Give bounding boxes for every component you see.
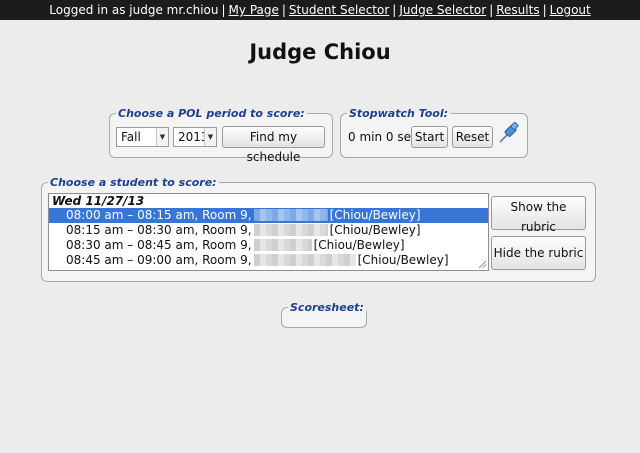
option-time: 08:00 am – 08:15 am, Room 9, [66, 208, 252, 222]
stopwatch-reset-button[interactable]: Reset [452, 126, 493, 148]
nav-separator: | [392, 3, 397, 17]
chevron-down-icon: ▼ [156, 128, 168, 146]
show-rubric-button[interactable]: Show the rubric [491, 196, 586, 234]
stopwatch-start-button[interactable]: Start [411, 126, 448, 148]
page-title: Judge Chiou [249, 40, 391, 64]
redacted-name [253, 254, 356, 266]
student-listbox[interactable]: Wed 11/27/13 08:00 am – 08:15 am, Room 9… [48, 193, 489, 271]
nav-separator: | [542, 3, 547, 17]
resize-handle-icon[interactable] [478, 260, 487, 269]
student-option[interactable]: 08:00 am – 08:15 am, Room 9, [Chiou/Bewle… [49, 208, 488, 223]
student-option[interactable]: 08:45 am – 09:00 am, Room 9, [Chiou/Bewle… [49, 253, 488, 268]
option-time: 08:15 am – 08:30 am, Room 9, [66, 223, 252, 237]
top-nav-bar: Logged in as judge mr.chiou | My Page | Stud… [0, 0, 640, 20]
nav-link-results[interactable]: Results [496, 3, 539, 17]
redacted-name [253, 224, 328, 236]
stopwatch-legend: Stopwatch Tool: [349, 107, 449, 120]
scoresheet-legend: Scoresheet: [290, 301, 364, 314]
option-panel: [Chiou/Bewley] [357, 253, 449, 267]
chevron-down-icon: ▼ [204, 128, 216, 146]
stopwatch-time: 0 min 0 sec [348, 130, 418, 144]
option-panel: [Chiou/Bewley] [313, 238, 405, 252]
listbox-group-label: Wed 11/27/13 [52, 194, 145, 208]
student-option[interactable]: 08:15 am – 08:30 am, Room 9, [Chiou/Bewle… [49, 223, 488, 238]
student-legend: Choose a student to score: [50, 176, 217, 189]
nav-link-logout[interactable]: Logout [550, 3, 591, 17]
option-panel: [Chiou/Bewley] [329, 208, 421, 222]
nav-link-judge-selector[interactable]: Judge Selector [399, 3, 486, 17]
option-time: 08:45 am – 09:00 am, Room 9, [66, 253, 252, 267]
nav-separator: | [221, 3, 226, 17]
nav-link-student-selector[interactable]: Student Selector [289, 3, 389, 17]
find-schedule-button[interactable]: Find my schedule [222, 126, 325, 164]
redacted-name [253, 209, 328, 221]
scoresheet-fieldset: Scoresheet: [281, 301, 367, 328]
term-select-value: Fall [121, 130, 141, 144]
redacted-name [253, 239, 312, 251]
nav-link-my-page[interactable]: My Page [229, 3, 279, 17]
option-time: 08:30 am – 08:45 am, Room 9, [66, 238, 252, 252]
pushpin-icon[interactable] [497, 121, 521, 145]
option-panel: [Chiou/Bewley] [329, 223, 421, 237]
term-select[interactable]: Fall ▼ [116, 127, 169, 147]
year-select[interactable]: 2013 ▼ [173, 127, 217, 147]
pol-period-legend: Choose a POL period to score: [118, 107, 305, 120]
nav-separator: | [489, 3, 494, 17]
student-option[interactable]: 08:30 am – 08:45 am, Room 9, [Chiou/Bewle… [49, 238, 488, 253]
nav-separator: | [281, 3, 286, 17]
logged-in-text: Logged in as judge mr.chiou [49, 3, 219, 17]
hide-rubric-button[interactable]: Hide the rubric [491, 236, 586, 270]
